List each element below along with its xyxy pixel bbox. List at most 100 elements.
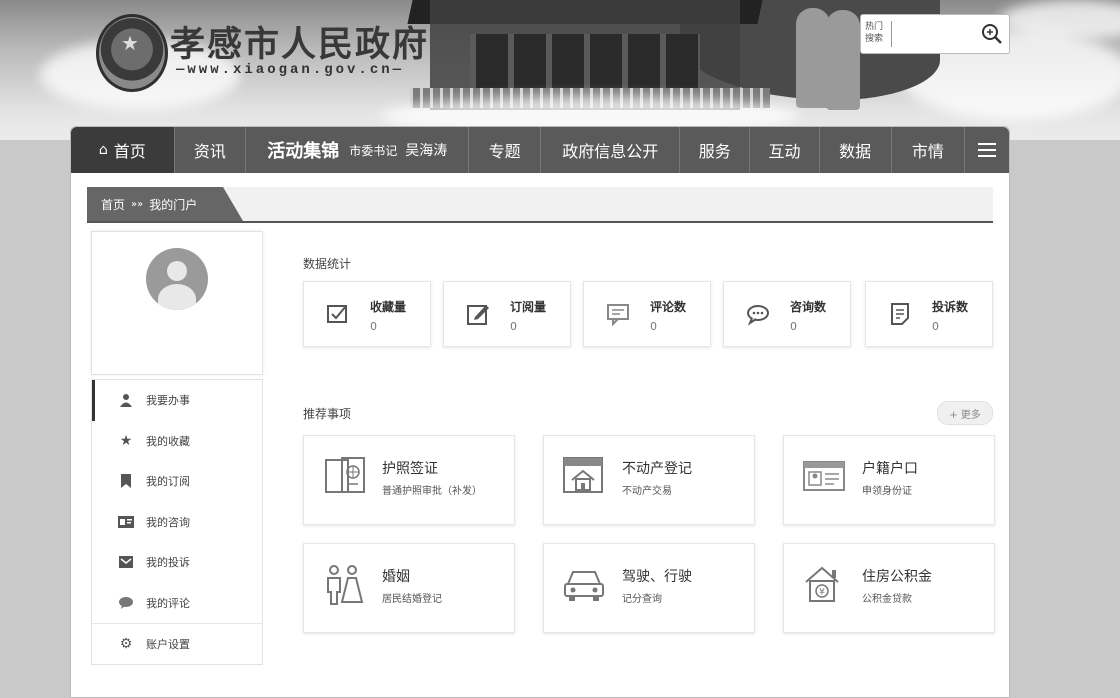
search-box: 热门搜索 [860,14,1010,54]
sidebar-menu: 我要办事 ★ 我的收藏 我的订阅 我的咨询 我的投诉 我的评论 ⚙ 账户设置 [91,379,263,665]
rec-subtitle[interactable]: 普通护照审批（补发） [382,482,482,497]
national-emblem-logo[interactable]: ★ [96,14,168,92]
rec-title: 婚姻 [382,569,410,585]
gear-icon: ⚙ [119,635,133,652]
rec-title: 住房公积金 [862,569,932,585]
chat-icon [607,304,629,326]
housing-fund-icon: ¥ [805,566,839,602]
svg-text:¥: ¥ [819,588,825,598]
nav-featured-sub: 市委书记 [349,143,398,158]
sidebar-item-label: 我的投诉 [146,556,190,570]
stat-label: 咨询数 [790,300,827,314]
sidebar-item-label: 账户设置 [146,637,190,651]
stat-card-subscriptions[interactable]: 订阅量 0 [443,281,571,347]
stat-value: 0 [790,320,797,333]
site-title[interactable]: 孝感市人民政府 [170,16,429,67]
search-label: 热门搜索 [865,22,884,44]
stat-card-complaints[interactable]: 投诉数 0 [865,281,993,347]
sidebar-item-favorites[interactable]: ★ 我的收藏 [92,421,262,462]
nav-featured-name: 吴海涛 [405,143,448,159]
star-icon: ★ [119,432,133,449]
sidebar-item-label: 我的订阅 [146,475,190,489]
statue-decoration [796,8,830,108]
nav-home-label: 首页 [113,142,146,161]
divider [891,21,892,47]
rec-card-marriage[interactable]: 婚姻 居民结婚登记 [303,543,515,633]
checkbox-icon [327,305,347,323]
nav-data[interactable]: 数据 [820,127,892,173]
house-certificate-icon [563,457,603,493]
statue-decoration [826,10,860,110]
sidebar-item-label: 我要办事 [146,394,190,408]
stat-value: 0 [510,320,517,333]
speech-bubble-icon [747,305,769,326]
sidebar-item-consultations[interactable]: 我的咨询 [92,502,262,543]
nav-home[interactable]: ⌂ 首页 [71,127,175,173]
sidebar-item-comments[interactable]: 我的评论 [92,583,262,624]
rec-subtitle[interactable]: 公积金贷款 [862,590,912,605]
pavilion-columns [470,34,700,94]
rec-card-household[interactable]: 户籍户口 申领身份证 [783,435,995,525]
rec-subtitle[interactable]: 居民结婚登记 [382,590,442,605]
rec-card-driving[interactable]: 驾驶、行驶 记分查询 [543,543,755,633]
stat-label: 收藏量 [370,300,407,314]
header-banner: ★ 孝感市人民政府 —www.xiaogan.gov.cn— 热门搜索 [0,0,1120,140]
sidebar-item-complaints[interactable]: 我的投诉 [92,542,262,583]
menu-icon[interactable] [965,127,1009,173]
main-nav: ⌂ 首页 资讯 活动集锦 市委书记 吴海涛 专题 政府信息公开 服务 互动 数据… [71,127,1009,173]
search-button[interactable] [979,21,1005,47]
comment-icon [118,595,134,611]
rec-card-passport[interactable]: 护照签证 普通护照审批（补发） [303,435,515,525]
passport-icon [325,457,365,493]
stat-label: 订阅量 [510,300,547,314]
stat-value: 0 [370,320,377,333]
stat-card-favorites[interactable]: 收藏量 0 [303,281,431,347]
sidebar-item-tasks[interactable]: 我要办事 [92,380,262,421]
recommended-title: 推荐事项 [303,407,352,421]
sidebar-item-subscriptions[interactable]: 我的订阅 [92,461,262,502]
stat-label: 评论数 [650,300,687,314]
search-input[interactable] [895,21,979,47]
stat-card-comments[interactable]: 评论数 0 [583,281,711,347]
avatar[interactable] [146,248,208,310]
id-card-icon [803,461,845,491]
stat-value: 0 [932,320,939,333]
stat-value: 0 [650,320,657,333]
more-button[interactable]: + 更多 [937,401,993,425]
sidebar-item-label: 我的评论 [146,596,190,610]
rec-title: 户籍户口 [862,461,918,477]
nav-gov-info[interactable]: 政府信息公开 [541,127,681,173]
car-icon [564,571,604,601]
rec-card-real-estate[interactable]: 不动产登记 不动产交易 [543,435,755,525]
nav-city-info[interactable]: 市情 [892,127,966,173]
id-card-icon [118,514,134,530]
nav-featured[interactable]: 活动集锦 市委书记 吴海涛 [246,127,470,173]
rec-subtitle[interactable]: 申领身份证 [862,482,912,497]
breadcrumb-home[interactable]: 首页 [101,196,125,213]
breadcrumb-tab: 首页 »» 我的门户 [87,187,243,221]
stats-title: 数据统计 [303,257,352,271]
document-icon [891,303,909,325]
stat-card-consultations[interactable]: 咨询数 0 [723,281,851,347]
breadcrumb-current: 我的门户 [149,197,198,212]
main-frame: ⌂ 首页 资讯 活动集锦 市委书记 吴海涛 专题 政府信息公开 服务 互动 数据… [70,126,1010,698]
edit-icon [467,305,489,325]
nav-topics[interactable]: 专题 [469,127,542,173]
user-icon [118,392,134,408]
rec-subtitle[interactable]: 不动产交易 [622,482,672,497]
sidebar-item-label: 我的收藏 [146,434,190,448]
star-icon: ★ [121,31,139,55]
rec-subtitle[interactable]: 记分查询 [622,590,662,605]
nav-services[interactable]: 服务 [680,127,751,173]
bookmark-icon [118,473,134,489]
sidebar-item-label: 我的咨询 [146,515,190,529]
breadcrumb: 首页 »» 我的门户 [87,187,993,223]
rec-card-housing-fund[interactable]: ¥ 住房公积金 公积金贷款 [783,543,995,633]
search-icon [982,24,1002,44]
home-icon: ⌂ [98,142,108,158]
nav-interaction[interactable]: 互动 [750,127,820,173]
nav-news[interactable]: 资讯 [175,127,247,173]
sidebar-item-account-settings[interactable]: ⚙ 账户设置 [92,623,262,664]
inbox-icon [118,554,134,570]
rec-title: 不动产登记 [622,461,692,477]
